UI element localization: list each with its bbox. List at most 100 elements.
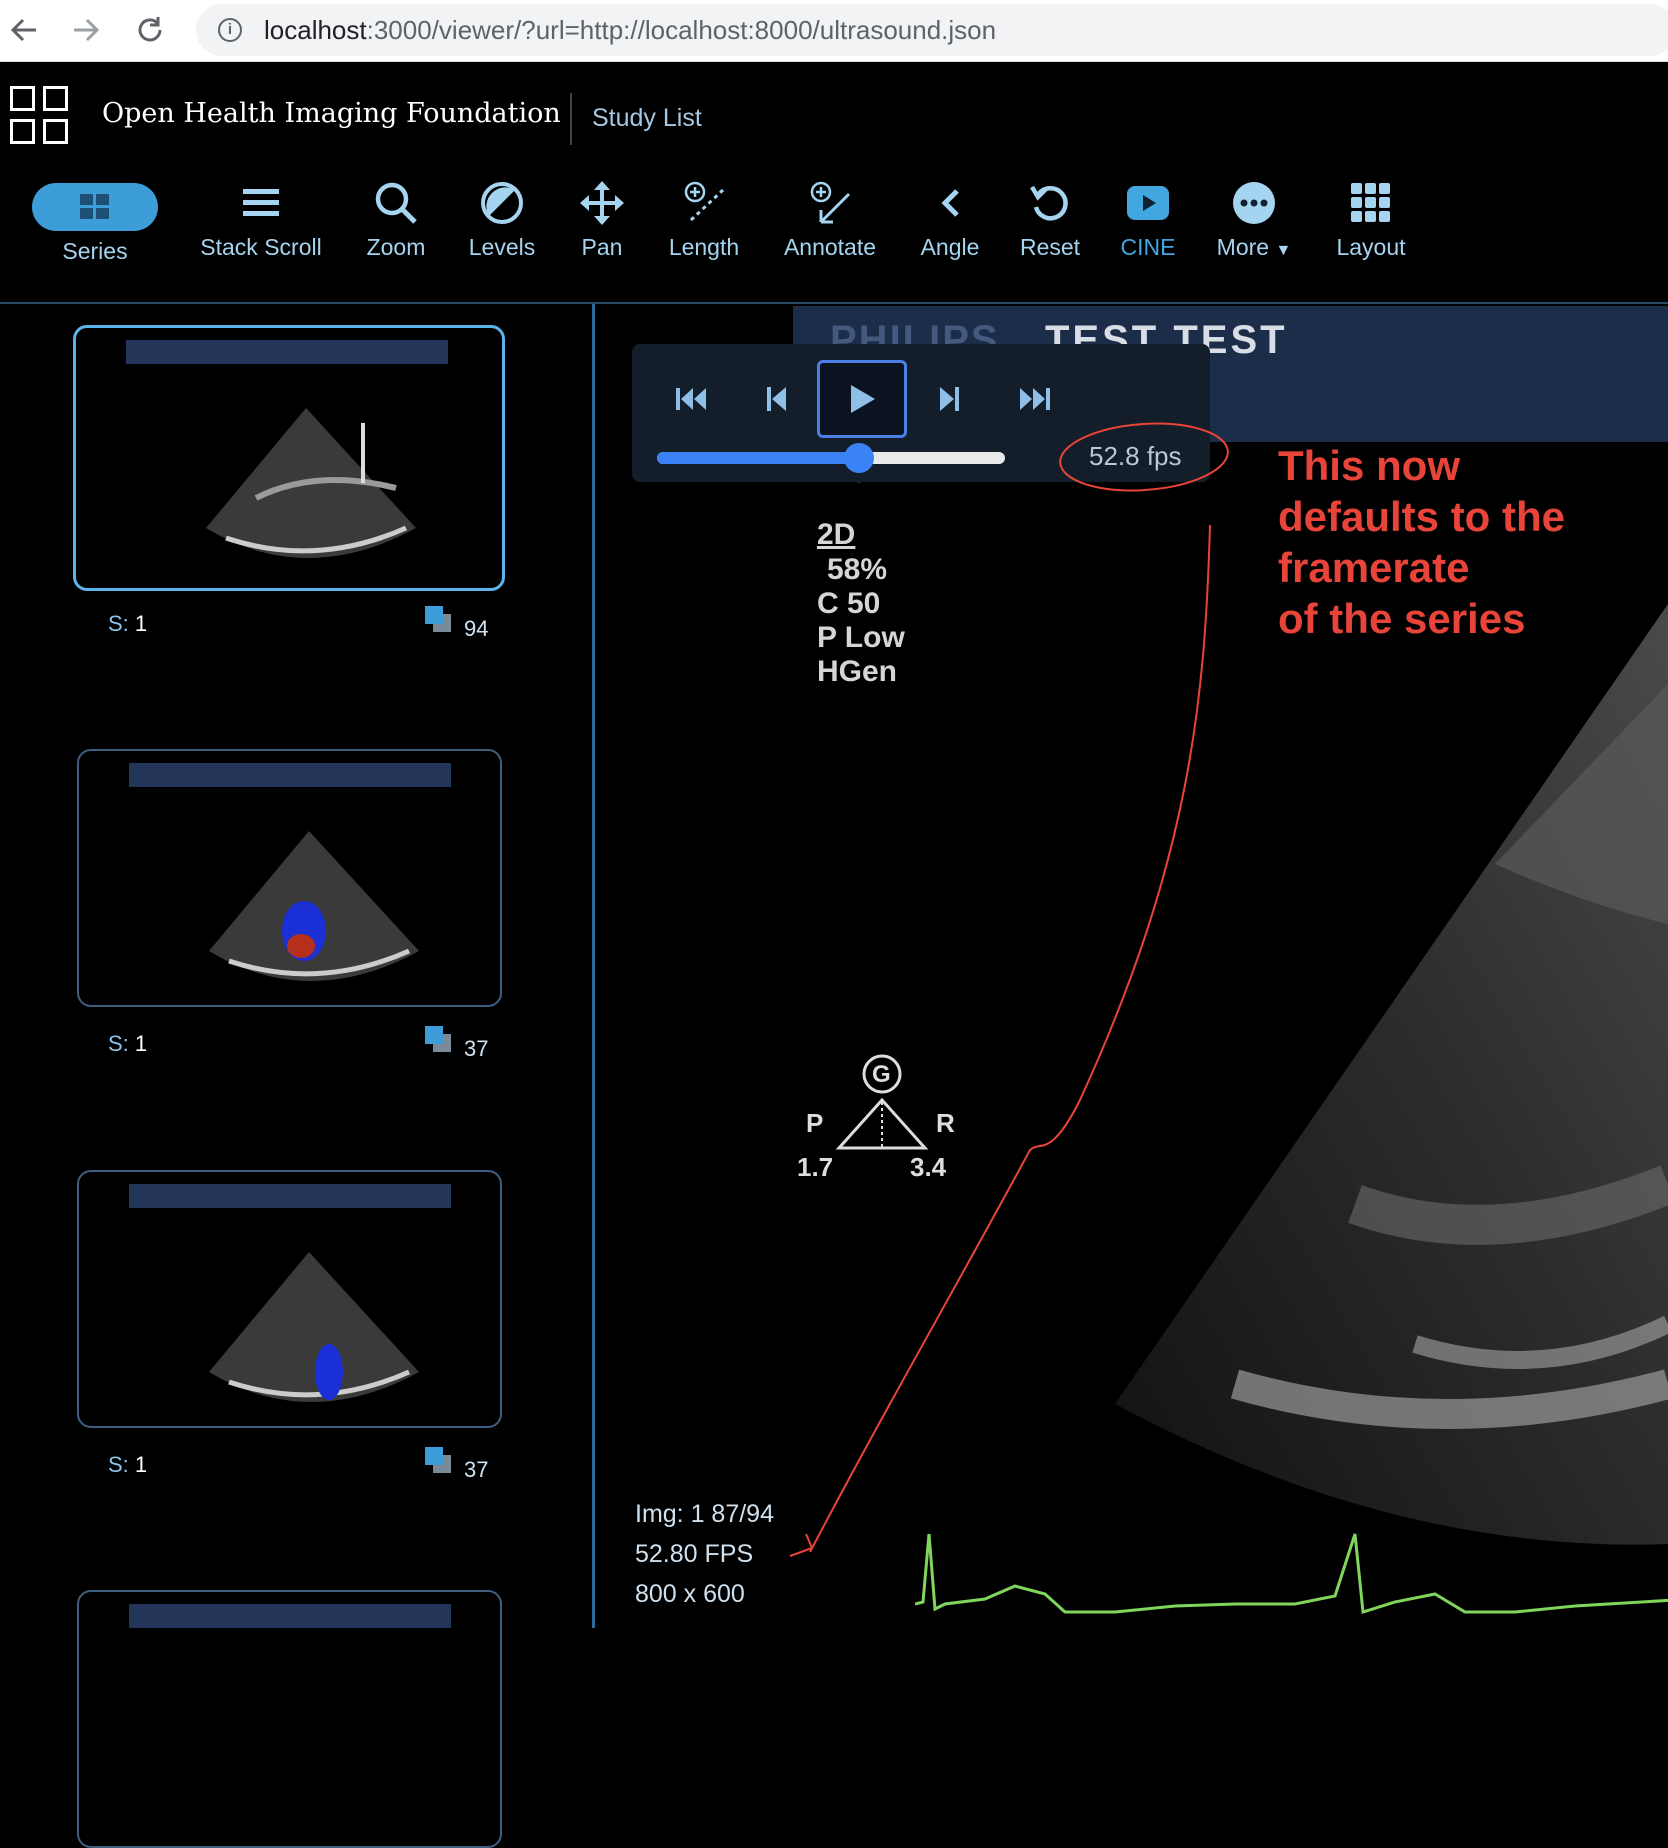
- image-count: 37: [464, 1036, 489, 1061]
- play-button[interactable]: [817, 360, 907, 438]
- stack-icon: [425, 606, 453, 634]
- probe-left-value: 1.7: [797, 1152, 834, 1182]
- angle-button[interactable]: Angle: [912, 172, 988, 277]
- url-host: localhost: [264, 15, 367, 45]
- browser-bar: i localhost:3000/viewer/?url=http://loca…: [0, 0, 1668, 62]
- annotate-label: Annotate: [783, 234, 877, 260]
- reset-button[interactable]: Reset: [1014, 172, 1086, 277]
- fps-slider[interactable]: [657, 443, 1005, 473]
- series-number-label: S:: [108, 1031, 129, 1056]
- series-button[interactable]: Series: [30, 172, 160, 277]
- gain-text: 58%: [827, 553, 888, 586]
- series-number-value: 1: [134, 1452, 148, 1477]
- more-button[interactable]: More ▼: [1210, 172, 1298, 277]
- info-icon[interactable]: i: [218, 18, 242, 42]
- arrow-right-icon[interactable]: [68, 12, 104, 48]
- reload-icon[interactable]: [132, 12, 168, 48]
- step-back-icon: [767, 387, 786, 411]
- fps-value: 52.8 fps: [1089, 441, 1182, 471]
- ultrasound-thumbnail-image: [209, 831, 419, 981]
- stack-icon: [425, 1026, 453, 1054]
- cine-dialog[interactable]: 52.8 fps: [632, 344, 1210, 482]
- stack-icon: [425, 1447, 453, 1475]
- annotation-line: This now: [1278, 442, 1460, 489]
- series-thumbnail[interactable]: [77, 1170, 502, 1428]
- stack-scroll-label: Stack Scroll: [200, 234, 322, 260]
- length-button[interactable]: Length: [660, 172, 748, 277]
- compress-text: C 50: [817, 587, 881, 620]
- fps-slider-fill: [657, 452, 859, 464]
- image-count: 94: [464, 616, 489, 641]
- previous-frame-button[interactable]: [732, 360, 822, 438]
- frame-rate-text: 52.80 FPS: [635, 1540, 754, 1568]
- url-path: :3000/viewer/?url=http://localhost:8000/…: [366, 15, 997, 45]
- brand-title[interactable]: Open Health Imaging Foundation: [102, 98, 561, 129]
- series-number: S: 1: [108, 1031, 147, 1057]
- contrast-icon: [462, 172, 542, 234]
- next-frame-button[interactable]: [904, 360, 994, 438]
- step-forward-icon: [940, 387, 959, 411]
- cine-button[interactable]: CINE: [1112, 172, 1184, 277]
- probe-right-value: 3.4: [910, 1152, 947, 1182]
- zoom-button[interactable]: Zoom: [356, 172, 436, 277]
- annotation-line: of the series: [1278, 595, 1526, 642]
- series-sidebar[interactable]: S: 1 94 S: 1 37 S: 1 37: [0, 304, 592, 1848]
- zoom-label: Zoom: [366, 234, 426, 260]
- probe-r-label: R: [936, 1108, 955, 1138]
- thumbnail-header-strip: [126, 340, 448, 364]
- search-icon: [356, 172, 436, 234]
- annotation-note: This now defaults to the framerate of th…: [1278, 440, 1658, 644]
- annotate-arrow-icon: [776, 172, 884, 234]
- angle-label: Angle: [920, 234, 980, 260]
- probe-p-label: P: [806, 1108, 824, 1138]
- first-frame-button[interactable]: [647, 360, 737, 438]
- series-number-label: S:: [108, 611, 129, 636]
- ecg-trace: [915, 1533, 1668, 1614]
- series-number-value: 1: [134, 1031, 148, 1056]
- power-text: P Low: [817, 621, 905, 654]
- undo-icon: [1014, 172, 1086, 234]
- levels-button[interactable]: Levels: [462, 172, 542, 277]
- arrow-left-icon[interactable]: [6, 12, 42, 48]
- angle-icon: [912, 172, 988, 234]
- video-play-icon: [1112, 172, 1184, 234]
- mode-text: 2D: [817, 518, 856, 551]
- study-list-link[interactable]: Study List: [592, 104, 702, 133]
- layout-button[interactable]: Layout: [1330, 172, 1412, 277]
- series-number-value: 1: [134, 611, 148, 636]
- skip-to-start-icon: [676, 388, 706, 410]
- grid-3x3-icon: [1330, 172, 1412, 234]
- thumbnail-header-strip: [129, 1604, 451, 1628]
- pan-button[interactable]: Pan: [566, 172, 638, 277]
- series-thumbnail[interactable]: [73, 325, 505, 591]
- annotate-button[interactable]: Annotate: [776, 172, 884, 277]
- image-index-text: Img: 1 87/94: [635, 1500, 774, 1528]
- series-thumbnail[interactable]: [77, 749, 502, 1007]
- annotation-line: defaults to the: [1278, 493, 1566, 540]
- series-number-label: S:: [108, 1452, 129, 1477]
- stack-scroll-button[interactable]: Stack Scroll: [190, 172, 332, 277]
- cine-label: CINE: [1120, 234, 1176, 260]
- series-thumbnail[interactable]: [77, 1590, 502, 1848]
- length-label: Length: [668, 234, 740, 260]
- more-label: More ▼: [1210, 234, 1298, 261]
- play-icon: [851, 385, 875, 413]
- address-bar[interactable]: i localhost:3000/viewer/?url=http://loca…: [196, 4, 1668, 56]
- header-divider: [570, 93, 572, 145]
- move-arrows-icon: [566, 172, 638, 234]
- ohif-logo-icon[interactable]: [10, 86, 70, 146]
- more-text: More: [1216, 234, 1270, 260]
- reset-label: Reset: [1019, 234, 1081, 260]
- thumbnail-header-strip: [129, 1184, 451, 1208]
- ultrasound-thumbnail-image: [209, 1252, 419, 1402]
- series-number: S: 1: [108, 1452, 147, 1478]
- ultrasound-thumbnail-image: [206, 408, 416, 558]
- caret-down-icon: ▼: [1275, 242, 1292, 259]
- series-number: S: 1: [108, 611, 147, 637]
- ruler-icon: [660, 172, 748, 234]
- bars-icon: [190, 172, 332, 234]
- last-frame-button[interactable]: [989, 360, 1079, 438]
- image-count: 37: [464, 1457, 489, 1482]
- fps-slider-handle[interactable]: [843, 443, 874, 473]
- annotation-line: framerate: [1278, 544, 1470, 591]
